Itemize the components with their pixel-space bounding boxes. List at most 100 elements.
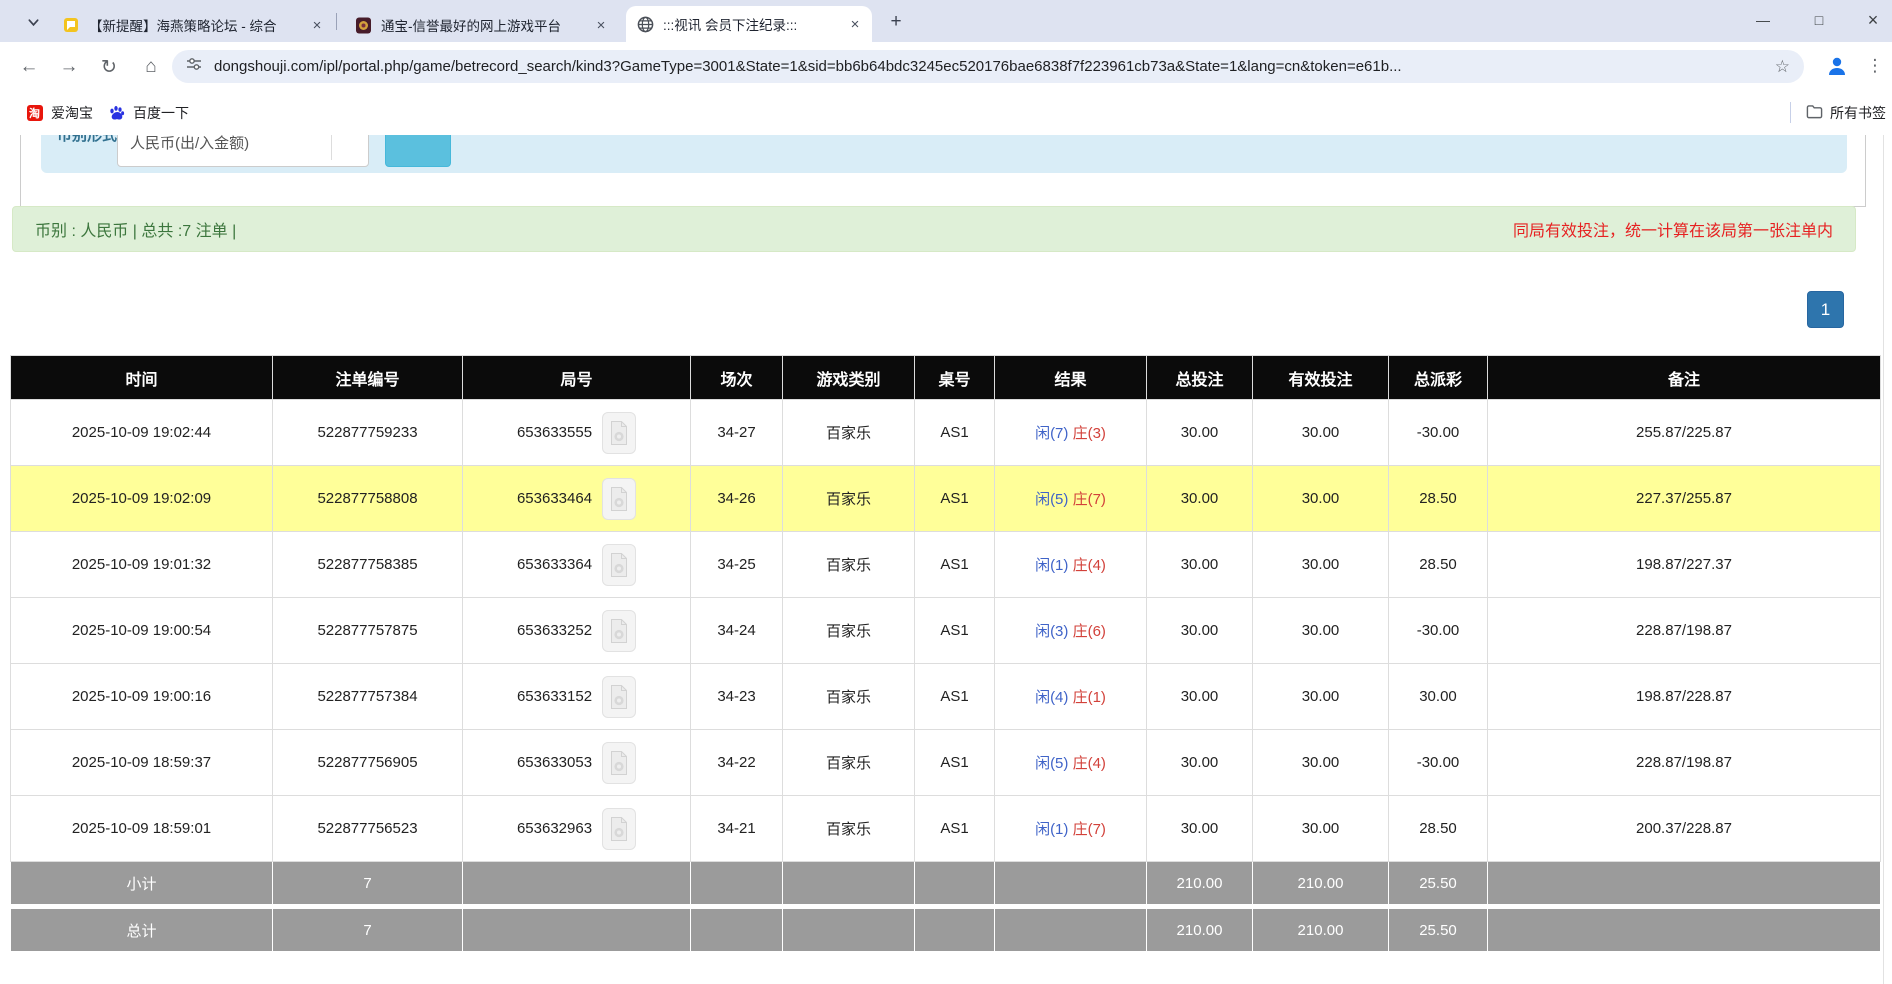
footer-empty (691, 907, 783, 952)
url-text[interactable]: dongshouji.com/ipl/portal.php/game/betre… (214, 58, 1765, 75)
window-minimize-button[interactable]: — (1740, 0, 1786, 40)
round-replay-icon[interactable] (602, 412, 636, 454)
tab-search-chevron-icon[interactable] (22, 11, 44, 33)
cell-result: 闲(1) 庄(7) (995, 796, 1147, 862)
result-banker: 庄(4) (1073, 557, 1106, 574)
bookmark-label: 百度一下 (133, 103, 189, 123)
footer-count: 7 (273, 862, 463, 907)
round-replay-icon[interactable] (602, 610, 636, 652)
all-bookmarks-button[interactable]: 所有书签 (1806, 100, 1886, 125)
pagination-page-1-button[interactable]: 1 (1807, 291, 1844, 328)
tab-title: :::视讯 会员下注纪录::: (663, 14, 836, 34)
round-replay-icon[interactable] (602, 742, 636, 784)
tab-close-icon[interactable]: × (592, 16, 610, 34)
new-tab-button[interactable]: + (884, 10, 908, 34)
result-banker: 庄(3) (1073, 425, 1106, 442)
window-close-button[interactable]: × (1850, 0, 1892, 40)
tab-close-icon[interactable]: × (308, 16, 326, 34)
cell-total-bet[interactable]: 30.00 (1147, 598, 1253, 664)
column-header: 局号 (463, 356, 691, 400)
cell-total-bet[interactable]: 30.00 (1147, 400, 1253, 466)
filter-label: 币别形式: (57, 135, 122, 145)
round-number-wrap: 653633464 (463, 478, 690, 520)
bookmark-aitaobao[interactable]: 淘 爱淘宝 (26, 100, 93, 125)
table-row: 2025-10-09 19:00:54522877757875653633252… (11, 598, 1881, 664)
round-number: 653633053 (517, 754, 592, 771)
bookmarks-bar: 淘 爱淘宝 百度一下 所有书签 (0, 90, 1892, 135)
column-header: 游戏类别 (783, 356, 915, 400)
forward-button[interactable]: → (56, 54, 82, 80)
cell-session: 34-21 (691, 796, 783, 862)
round-number-wrap: 653633252 (463, 610, 690, 652)
scrollbar-track[interactable] (1883, 135, 1884, 984)
round-replay-icon[interactable] (602, 676, 636, 718)
cell-remark: 227.37/255.87 (1488, 466, 1881, 532)
round-number-wrap: 653633364 (463, 544, 690, 586)
currency-select-value: 人民币(出/入金额) (130, 135, 249, 153)
round-number-wrap: 653633152 (463, 676, 690, 718)
currency-select[interactable]: 人民币(出/入金额) (117, 135, 369, 167)
browser-tab-tongbao[interactable]: 通宝-信誉最好的网上游戏平台 × (344, 8, 618, 42)
forum-favicon-icon (62, 16, 80, 34)
back-button[interactable]: ← (16, 54, 42, 80)
round-number: 653633364 (517, 556, 592, 573)
bookmark-baidu[interactable]: 百度一下 (108, 100, 189, 125)
cell-bet-number: 522877759233 (273, 400, 463, 466)
site-settings-icon[interactable] (186, 56, 202, 77)
filter-panel: 币别形式: 人民币(出/入金额) (20, 135, 1866, 207)
reload-button[interactable]: ↻ (96, 54, 122, 80)
subtotal-row: 小计7210.00210.0025.50 (11, 862, 1881, 907)
cell-bet-number: 522877756905 (273, 730, 463, 796)
cell-result: 闲(7) 庄(3) (995, 400, 1147, 466)
cell-result: 闲(3) 庄(6) (995, 598, 1147, 664)
cell-remark: 255.87/225.87 (1488, 400, 1881, 466)
round-number-wrap: 653633053 (463, 742, 690, 784)
browser-tab-active-bet-records[interactable]: :::视讯 会员下注纪录::: × (626, 6, 872, 42)
round-replay-icon[interactable] (602, 478, 636, 520)
round-number: 653633252 (517, 622, 592, 639)
cell-payout: -30.00 (1389, 400, 1488, 466)
summary-note: 同局有效投注，统一计算在该局第一张注单内 (1513, 217, 1833, 241)
cell-total-bet[interactable]: 30.00 (1147, 664, 1253, 730)
cell-time: 2025-10-09 18:59:37 (11, 730, 273, 796)
window-maximize-button[interactable]: □ (1796, 0, 1842, 40)
cell-result: 闲(5) 庄(4) (995, 730, 1147, 796)
profile-avatar-icon[interactable] (1823, 52, 1851, 80)
footer-valid-bet: 210.00 (1253, 862, 1389, 907)
cell-total-bet[interactable]: 30.00 (1147, 796, 1253, 862)
cell-payout: 30.00 (1389, 664, 1488, 730)
cell-bet-number: 522877758385 (273, 532, 463, 598)
cell-payout: -30.00 (1389, 730, 1488, 796)
cell-session: 34-22 (691, 730, 783, 796)
round-replay-icon[interactable] (602, 544, 636, 586)
cell-table-number: AS1 (915, 532, 995, 598)
cell-remark: 228.87/198.87 (1488, 730, 1881, 796)
result-player: 闲(5) (1035, 755, 1068, 772)
round-number: 653633152 (517, 688, 592, 705)
cell-bet-number: 522877756523 (273, 796, 463, 862)
address-bar[interactable]: dongshouji.com/ipl/portal.php/game/betre… (172, 50, 1804, 83)
folder-icon (1806, 104, 1823, 122)
bookmark-star-icon[interactable]: ☆ (1775, 57, 1790, 77)
cell-total-bet[interactable]: 30.00 (1147, 466, 1253, 532)
home-button[interactable]: ⌂ (138, 54, 164, 80)
bet-records-table: 时间注单编号局号场次游戏类别桌号结果总投注有效投注总派彩备注 2025-10-0… (10, 355, 1881, 952)
cell-game-type: 百家乐 (783, 664, 915, 730)
footer-empty (1488, 862, 1881, 907)
cell-time: 2025-10-09 19:00:16 (11, 664, 273, 730)
footer-empty (783, 862, 915, 907)
select-divider (331, 135, 332, 160)
browser-menu-icon[interactable]: ⋮ (1864, 53, 1886, 79)
cell-round-number: 653633152 (463, 664, 691, 730)
browser-tab-forum[interactable]: 【新提醒】海燕策略论坛 - 综合 × (52, 8, 334, 42)
column-header: 注单编号 (273, 356, 463, 400)
table-row: 2025-10-09 19:01:32522877758385653633364… (11, 532, 1881, 598)
cell-total-bet[interactable]: 30.00 (1147, 730, 1253, 796)
tab-close-icon[interactable]: × (846, 15, 864, 33)
cell-time: 2025-10-09 18:59:01 (11, 796, 273, 862)
search-button[interactable] (385, 135, 451, 167)
table-row: 2025-10-09 18:59:37522877756905 653633053… (11, 730, 1881, 796)
footer-empty (691, 862, 783, 907)
round-replay-icon[interactable] (602, 808, 636, 850)
cell-total-bet[interactable]: 30.00 (1147, 532, 1253, 598)
